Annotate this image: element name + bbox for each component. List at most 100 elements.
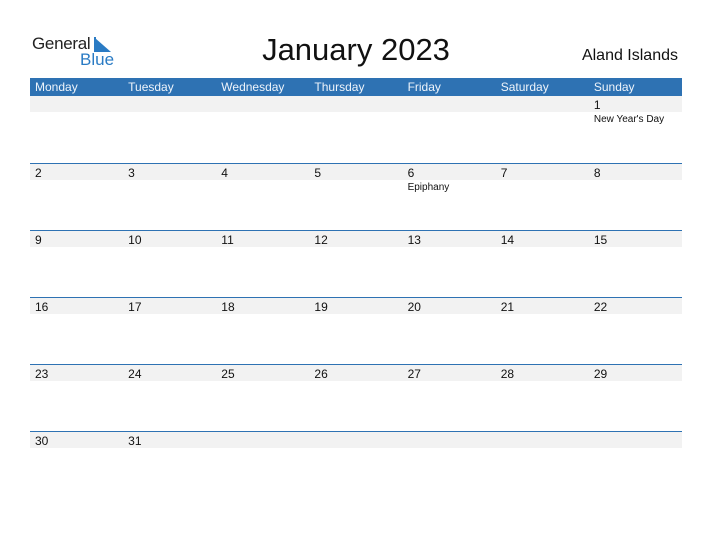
day-number: 15 [593, 233, 608, 247]
week-row: 1 New Year's Day [30, 96, 682, 163]
day-number: 12 [314, 233, 328, 247]
day-number: 6 [407, 166, 415, 180]
day-cell: 2 [30, 164, 124, 230]
day-number: 20 [407, 300, 421, 314]
day-cell: 21 [495, 298, 589, 364]
day-band [123, 96, 217, 112]
day-number: 22 [593, 300, 608, 314]
day-cell: 31 [123, 432, 217, 498]
day-number: 7 [500, 166, 508, 180]
day-cell: 10 [123, 231, 217, 297]
day-number: 13 [407, 233, 421, 247]
day-cell: 29 [588, 365, 682, 431]
week-row: 16 17 18 19 20 21 22 [30, 297, 682, 364]
day-cell: 11 [216, 231, 310, 297]
day-number: 27 [407, 367, 421, 381]
day-band [30, 164, 124, 180]
day-cell: 4 [216, 164, 310, 230]
day-number: 16 [35, 300, 49, 314]
day-number: 11 [221, 233, 234, 247]
weekday-thursday: Thursday [314, 80, 365, 94]
day-band [123, 164, 217, 180]
day-cell: 22 [588, 298, 682, 364]
day-number: 18 [221, 300, 235, 314]
day-band [30, 231, 124, 247]
day-cell: 16 [30, 298, 124, 364]
day-cell: 6 Epiphany [402, 164, 496, 230]
empty-cell [495, 96, 589, 163]
day-band [216, 164, 310, 180]
day-band [495, 96, 589, 112]
weekday-sunday: Sunday [593, 80, 635, 94]
day-number: 10 [128, 233, 142, 247]
empty-cell [216, 96, 310, 163]
day-cell: 3 [123, 164, 217, 230]
day-number: 4 [221, 166, 228, 180]
day-number: 17 [128, 300, 142, 314]
day-number: 1 [593, 98, 601, 112]
day-band [588, 164, 682, 180]
empty-cell [402, 96, 496, 163]
day-band [30, 96, 124, 112]
week-row: 9 10 11 12 13 14 15 [30, 230, 682, 297]
day-band [588, 96, 682, 112]
day-number: 14 [500, 233, 515, 247]
day-band [588, 432, 682, 448]
holiday-label: Epiphany [407, 182, 450, 193]
week-row: 23 24 25 26 27 28 29 [30, 364, 682, 431]
day-band [495, 164, 589, 180]
empty-cell [309, 96, 403, 163]
day-cell: 20 [402, 298, 496, 364]
weekday-monday: Monday [35, 80, 78, 94]
day-cell: 28 [495, 365, 589, 431]
week-row: 30 31 [30, 431, 682, 498]
day-number: 23 [35, 367, 49, 381]
week-row: 2 3 4 5 6 Epiphany 7 8 [30, 163, 682, 230]
day-cell: 12 [309, 231, 403, 297]
empty-cell [123, 96, 217, 163]
day-cell: 1 New Year's Day [588, 96, 682, 163]
weeks-container: 1 New Year's Day 2 3 4 5 6 Epiphany 7 8 9 10 11 12 13 1… [30, 96, 682, 498]
country-label: Aland Islands [581, 47, 678, 64]
day-number: 19 [314, 300, 328, 314]
calendar-grid: Monday Tuesday Wednesday Thursday Friday… [30, 78, 682, 498]
day-number: 26 [314, 367, 328, 381]
day-cell: 17 [123, 298, 217, 364]
day-band [309, 96, 403, 112]
empty-cell [30, 96, 124, 163]
day-cell: 24 [123, 365, 217, 431]
day-cell: 26 [309, 365, 403, 431]
day-cell: 8 [588, 164, 682, 230]
day-number: 21 [500, 300, 515, 314]
empty-cell [309, 432, 403, 498]
day-cell: 5 [309, 164, 403, 230]
day-band [216, 96, 310, 112]
day-cell: 14 [495, 231, 589, 297]
day-cell: 30 [30, 432, 124, 498]
weekday-wednesday: Wednesday [221, 80, 285, 94]
day-number: 5 [314, 166, 322, 180]
day-band [402, 96, 496, 112]
day-number: 29 [593, 367, 608, 381]
day-cell: 7 [495, 164, 589, 230]
weekday-header: Monday Tuesday Wednesday Thursday Friday… [30, 78, 682, 96]
day-cell: 18 [216, 298, 310, 364]
day-number: 31 [128, 434, 142, 448]
holiday-label: New Year's Day [593, 114, 665, 125]
weekday-friday: Friday [407, 80, 441, 94]
day-number: 28 [500, 367, 515, 381]
day-band [309, 432, 403, 448]
day-number: 3 [128, 166, 135, 180]
empty-cell [402, 432, 496, 498]
day-cell: 25 [216, 365, 310, 431]
day-number: 8 [593, 166, 601, 180]
weekday-saturday: Saturday [500, 80, 549, 94]
day-band [309, 164, 403, 180]
day-number: 30 [35, 434, 49, 448]
empty-cell [216, 432, 310, 498]
weekday-tuesday: Tuesday [128, 80, 174, 94]
day-band [216, 432, 310, 448]
day-band [402, 432, 496, 448]
day-cell: 13 [402, 231, 496, 297]
day-cell: 15 [588, 231, 682, 297]
